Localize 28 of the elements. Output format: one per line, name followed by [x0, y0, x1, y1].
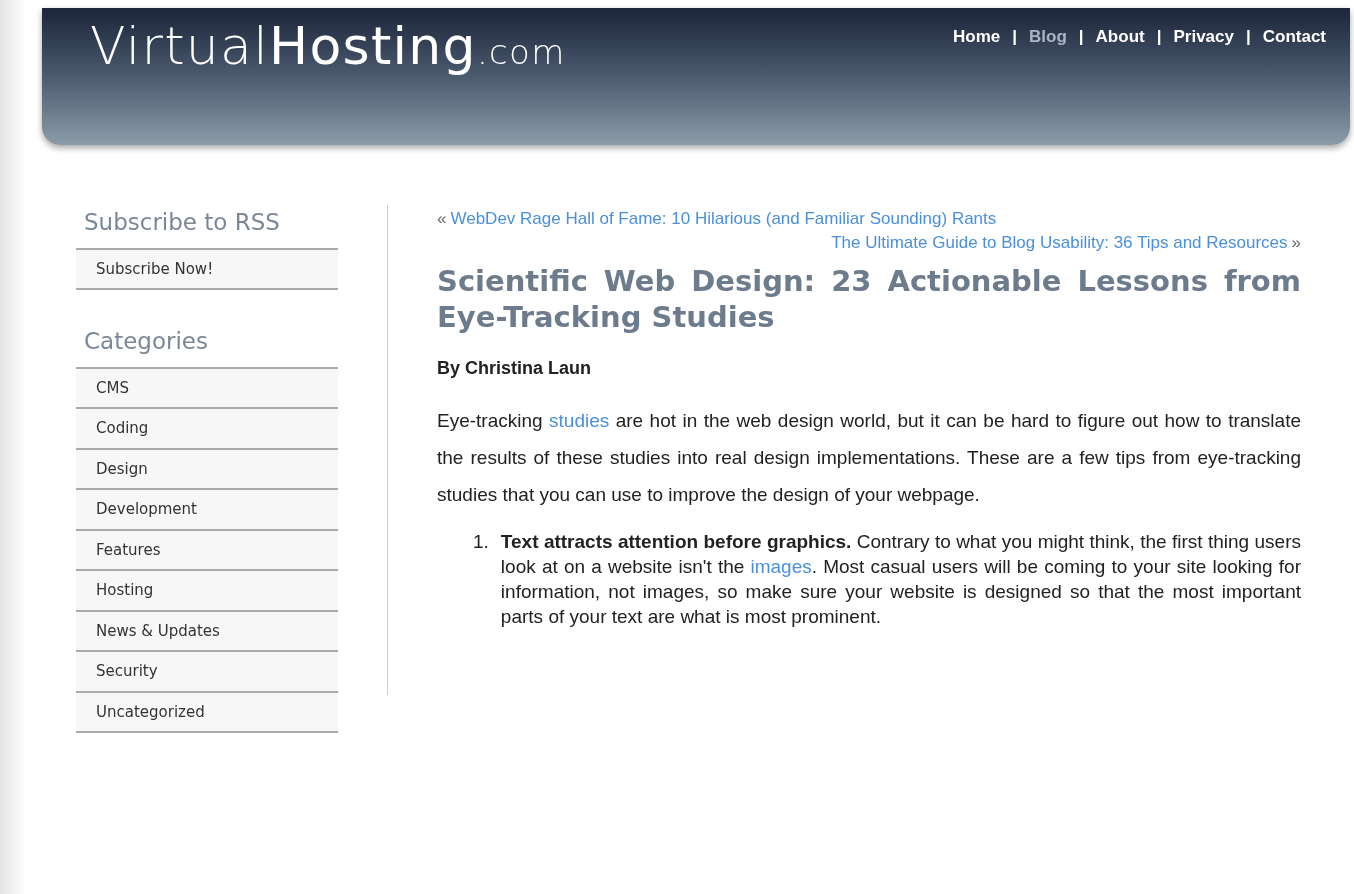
sidebar-heading: Subscribe to RSS: [83, 208, 281, 237]
sidebar-link[interactable]: Coding: [76, 409, 338, 450]
sidebar-link[interactable]: Security: [76, 652, 338, 693]
list-item-text: Text attracts attention before graphics. Contrary to what you might think, the first thing users look at on a website isn't the images. Most casual users will be coming to your site looking for information, not images, so make sure your website is designed so that the most important parts of your text are what is most prominent.: [500, 530, 1301, 629]
sidebar-link[interactable]: Development: [76, 490, 338, 531]
nav-separator: |: [1078, 26, 1084, 48]
post-title: Scientific Web Design: 23 Actionable Lessons from Eye-Tracking Studies: [437, 263, 1301, 335]
post-author: By Christina Laun: [437, 357, 593, 380]
sidebar-link[interactable]: CMS: [76, 368, 338, 409]
nav-separator: |: [1012, 26, 1018, 48]
list-number: 1.: [473, 530, 489, 554]
nav-link[interactable]: Home: [953, 24, 1001, 50]
nav-link[interactable]: Contact: [1262, 24, 1326, 50]
sidebar-link[interactable]: Features: [76, 530, 338, 571]
nav-link[interactable]: Privacy: [1173, 24, 1234, 50]
nav-link[interactable]: Blog: [1029, 24, 1067, 50]
intro-paragraph: Eye-tracking studies are hot in the web design world, but it can be hard to figure out how to translate the results of these studies into real design implementations. These are a few tips from eye-tracking studies that you can use to improve the design of your webpage.: [437, 409, 1301, 507]
nav-separator: |: [1156, 26, 1162, 48]
nav-link[interactable]: About: [1095, 24, 1145, 50]
nav-separator: |: [1245, 26, 1251, 48]
sidebar-link[interactable]: News & Updates: [76, 611, 338, 652]
sidebar-link[interactable]: Design: [76, 449, 338, 490]
sidebar-heading: Categories: [83, 327, 209, 356]
sidebar-link[interactable]: Subscribe Now!: [76, 249, 338, 290]
arrow-mark: »: [1291, 232, 1301, 254]
arrow-mark: «: [437, 208, 447, 230]
sidebar-link[interactable]: Hosting: [76, 571, 338, 612]
sidebar-link[interactable]: Uncategorized: [76, 692, 338, 733]
